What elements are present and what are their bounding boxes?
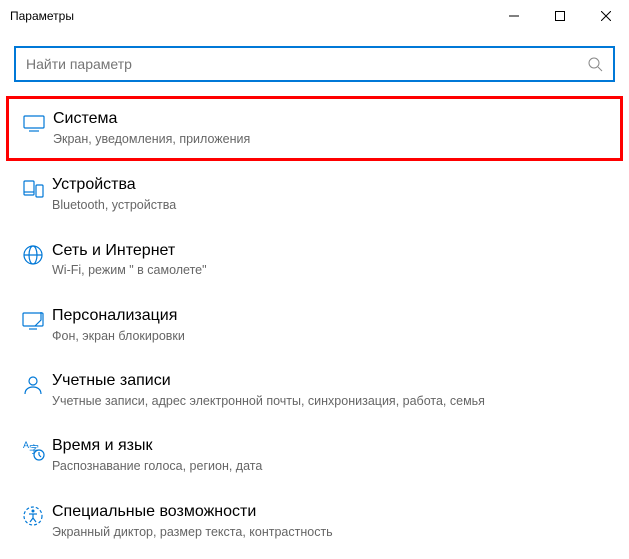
item-text: Персонализация Фон, экран блокировки: [52, 306, 615, 345]
devices-icon: [14, 175, 52, 201]
item-desc: Экранный диктор, размер текста, контраст…: [52, 524, 615, 542]
item-title: Система: [53, 109, 614, 130]
settings-item-system[interactable]: Система Экран, уведомления, приложения: [6, 96, 623, 161]
network-icon: [14, 241, 52, 267]
search-input[interactable]: [26, 56, 587, 72]
settings-item-devices[interactable]: Устройства Bluetooth, устройства: [6, 163, 623, 226]
settings-item-personalization[interactable]: Персонализация Фон, экран блокировки: [6, 294, 623, 357]
item-text: Сеть и Интернет Wi-Fi, режим " в самолет…: [52, 241, 615, 280]
system-icon: [15, 109, 53, 135]
settings-item-accessibility[interactable]: Специальные возможности Экранный диктор,…: [6, 490, 623, 553]
item-desc: Wi-Fi, режим " в самолете": [52, 262, 615, 280]
personalization-icon: [14, 306, 52, 332]
item-desc: Экран, уведомления, приложения: [53, 131, 614, 149]
accessibility-icon: [14, 502, 52, 528]
item-text: Время и язык Распознавание голоса, регио…: [52, 436, 615, 475]
item-desc: Bluetooth, устройства: [52, 197, 615, 215]
item-desc: Распознавание голоса, регион, дата: [52, 458, 615, 476]
maximize-icon: [555, 11, 565, 21]
time-language-icon: A 字: [14, 436, 52, 462]
item-title: Учетные записи: [52, 371, 615, 392]
minimize-icon: [509, 11, 519, 21]
item-text: Специальные возможности Экранный диктор,…: [52, 502, 615, 541]
settings-list: Система Экран, уведомления, приложения У…: [0, 90, 629, 559]
settings-item-accounts[interactable]: Учетные записи Учетные записи, адрес эле…: [6, 359, 623, 422]
settings-item-time-language[interactable]: A 字 Время и язык Распознавание голоса, р…: [6, 424, 623, 487]
item-title: Специальные возможности: [52, 502, 615, 523]
minimize-button[interactable]: [491, 0, 537, 32]
item-title: Устройства: [52, 175, 615, 196]
close-icon: [601, 11, 611, 21]
item-text: Система Экран, уведомления, приложения: [53, 109, 614, 148]
titlebar: Параметры: [0, 0, 629, 32]
settings-item-network[interactable]: Сеть и Интернет Wi-Fi, режим " в самолет…: [6, 229, 623, 292]
window-controls: [491, 0, 629, 32]
accounts-icon: [14, 371, 52, 397]
close-button[interactable]: [583, 0, 629, 32]
search-container: [0, 32, 629, 90]
item-desc: Фон, экран блокировки: [52, 328, 615, 346]
item-desc: Учетные записи, адрес электронной почты,…: [52, 393, 615, 411]
maximize-button[interactable]: [537, 0, 583, 32]
item-title: Персонализация: [52, 306, 615, 327]
item-text: Устройства Bluetooth, устройства: [52, 175, 615, 214]
search-box[interactable]: [14, 46, 615, 82]
item-text: Учетные записи Учетные записи, адрес эле…: [52, 371, 615, 410]
window-title: Параметры: [10, 9, 491, 23]
item-title: Время и язык: [52, 436, 615, 457]
search-icon: [587, 56, 603, 72]
item-title: Сеть и Интернет: [52, 241, 615, 262]
